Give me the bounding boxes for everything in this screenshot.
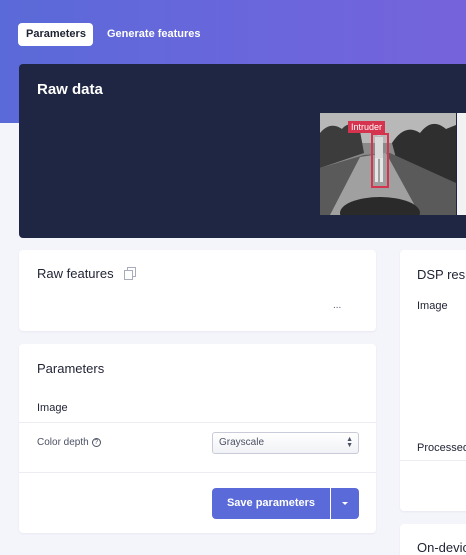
save-options-dropdown-button[interactable] <box>331 488 359 519</box>
color-depth-select[interactable]: Grayscale ▲ ▼ <box>212 432 359 454</box>
divider <box>19 422 376 423</box>
copy-icon[interactable] <box>124 267 136 280</box>
raw-features-value: ... <box>333 300 342 311</box>
color-depth-label: Color depth? <box>37 437 101 448</box>
tab-parameters[interactable]: Parameters <box>18 23 93 46</box>
color-depth-label-text: Color depth <box>37 437 89 448</box>
sample-image[interactable] <box>320 113 456 215</box>
on-device-title: On-devic <box>417 540 466 555</box>
parameters-title: Parameters <box>37 361 105 376</box>
divider <box>19 472 376 473</box>
raw-features-card: Raw features <box>19 250 376 331</box>
parameters-card: Parameters Image Color depth? Grayscale … <box>19 344 376 533</box>
dsp-result-card: DSP resu Image Processed <box>400 250 466 511</box>
select-arrows-icon: ▲ ▼ <box>346 436 353 449</box>
dsp-image-label: Image <box>417 300 448 312</box>
dsp-result-title: DSP resu <box>417 267 466 282</box>
bounding-box-label: Intruder <box>348 121 386 133</box>
raw-data-title: Raw data <box>37 81 103 98</box>
raw-data-panel: Raw data Intruder <box>19 64 466 238</box>
dsp-processed-label: Processed <box>417 442 466 454</box>
color-depth-value: Grayscale <box>219 437 265 448</box>
divider <box>400 460 466 461</box>
tab-generate-features[interactable]: Generate features <box>99 23 209 46</box>
help-icon[interactable]: ? <box>91 438 101 447</box>
image-section-label: Image <box>37 402 68 414</box>
save-parameters-button[interactable]: Save parameters <box>212 488 330 519</box>
next-image-edge <box>457 113 466 215</box>
chevron-down-icon <box>342 502 348 505</box>
on-device-card: On-devic <box>400 524 466 555</box>
raw-features-title: Raw features <box>37 266 114 281</box>
